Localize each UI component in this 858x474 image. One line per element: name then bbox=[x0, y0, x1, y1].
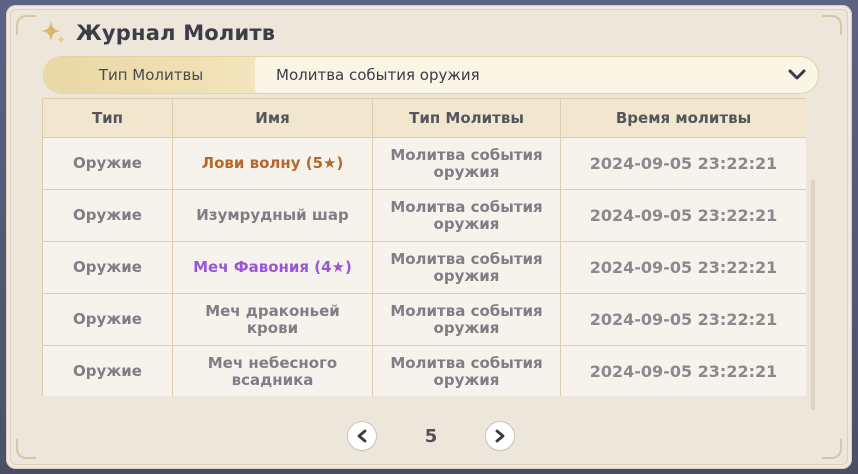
table-header-row: Тип Имя Тип Молитвы Время молитвы bbox=[42, 98, 806, 138]
cell-type: Оружие bbox=[42, 241, 173, 294]
next-page-button[interactable] bbox=[486, 422, 514, 450]
column-header-type: Тип bbox=[42, 98, 173, 138]
cell-name: Меч драконьей крови bbox=[172, 293, 373, 346]
table-row: Оружие Лови волну (5★) Молитва события о… bbox=[42, 137, 806, 190]
chevron-right-icon bbox=[495, 429, 505, 443]
cell-wish-type: Молитва события оружия bbox=[372, 189, 561, 242]
header: Журнал Молитв bbox=[40, 17, 275, 49]
sparkle-icon bbox=[41, 21, 65, 44]
table-row: Оружие Меч небесного всадника Молитва со… bbox=[42, 345, 806, 396]
table-row: Оружие Меч драконьей крови Молитва событ… bbox=[42, 293, 806, 346]
cell-wish-type: Молитва события оружия bbox=[372, 241, 561, 294]
corner-ornament bbox=[16, 15, 36, 35]
cell-type: Оружие bbox=[42, 293, 173, 346]
table-row: Оружие Меч Фавония (4★) Молитва события … bbox=[42, 241, 806, 294]
cell-time: 2024-09-05 23:22:21 bbox=[560, 293, 806, 346]
table-scrollbar[interactable] bbox=[811, 100, 815, 410]
wish-type-filter: Тип Молитвы Молитва события оружия bbox=[44, 57, 818, 93]
prev-page-button[interactable] bbox=[348, 422, 376, 450]
scrollbar-thumb[interactable] bbox=[811, 100, 815, 180]
cell-type: Оружие bbox=[42, 137, 173, 190]
cell-wish-type: Молитва события оружия bbox=[372, 293, 561, 346]
cell-wish-type: Молитва события оружия bbox=[372, 345, 561, 396]
cell-name: Лови волну (5★) bbox=[172, 137, 373, 190]
pagination: 5 bbox=[348, 421, 514, 451]
window-frame: Журнал Молитв Тип Молитвы Молитва событи… bbox=[0, 0, 858, 474]
cell-name: Меч Фавония (4★) bbox=[172, 241, 373, 294]
cell-time: 2024-09-05 23:22:21 bbox=[560, 189, 806, 242]
page-title: Журнал Молитв bbox=[76, 21, 276, 45]
cell-time: 2024-09-05 23:22:21 bbox=[560, 345, 806, 396]
cell-name: Изумрудный шар bbox=[172, 189, 373, 242]
column-header-name: Имя bbox=[172, 98, 373, 138]
current-page-number: 5 bbox=[424, 425, 438, 447]
corner-ornament bbox=[822, 15, 842, 35]
cell-time: 2024-09-05 23:22:21 bbox=[560, 137, 806, 190]
table-row: Оружие Изумрудный шар Молитва события ор… bbox=[42, 189, 806, 242]
column-header-time: Время молитвы bbox=[560, 98, 806, 138]
cell-name: Меч небесного всадника bbox=[172, 345, 373, 396]
corner-ornament bbox=[16, 439, 36, 459]
cell-type: Оружие bbox=[42, 345, 173, 396]
filter-label: Тип Молитвы bbox=[44, 57, 259, 93]
cell-time: 2024-09-05 23:22:21 bbox=[560, 241, 806, 294]
corner-ornament bbox=[822, 439, 842, 459]
wish-history-table: Тип Имя Тип Молитвы Время молитвы Оружие… bbox=[42, 98, 806, 396]
cell-wish-type: Молитва события оружия bbox=[372, 137, 561, 190]
cell-type: Оружие bbox=[42, 189, 173, 242]
dropdown-selected-value: Молитва события оружия bbox=[276, 66, 480, 84]
wish-type-dropdown[interactable]: Молитва события оружия bbox=[258, 57, 818, 93]
chevron-down-icon bbox=[788, 69, 806, 80]
column-header-wish-type: Тип Молитвы bbox=[372, 98, 561, 138]
chevron-left-icon bbox=[357, 429, 367, 443]
